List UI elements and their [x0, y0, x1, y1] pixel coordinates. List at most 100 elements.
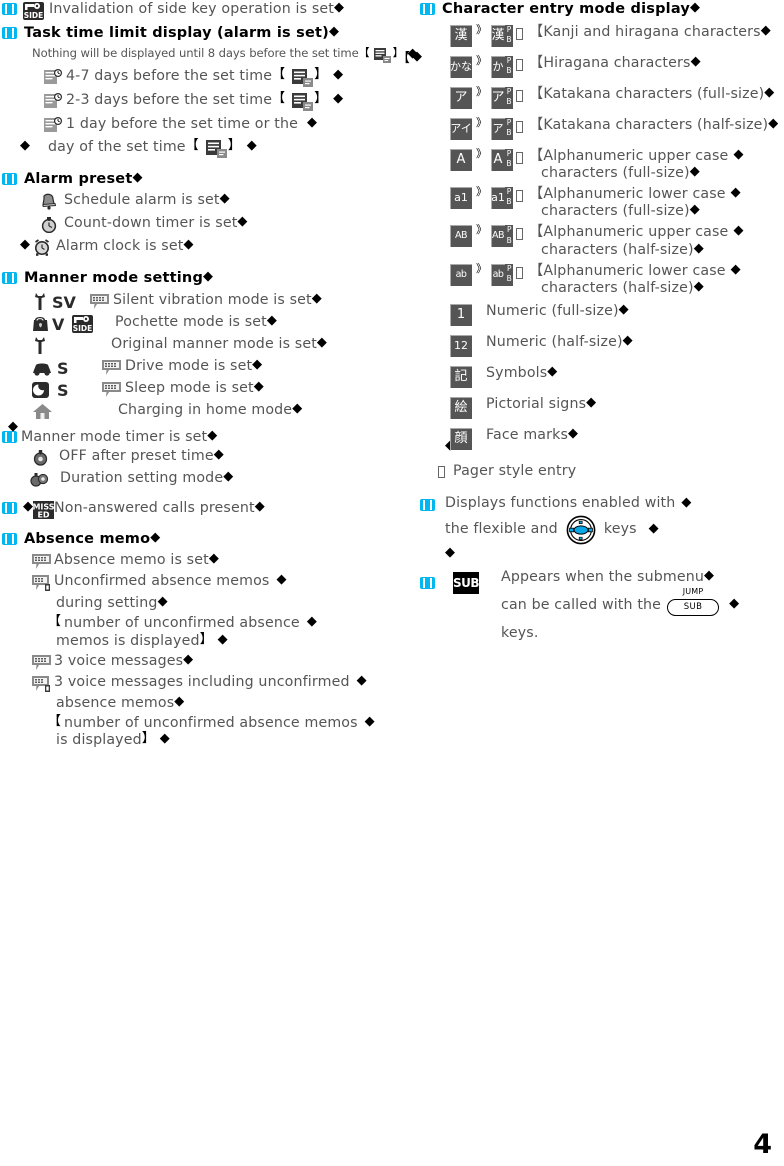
- heading-text: Task time limit display (alarm is set): [24, 25, 329, 41]
- replacement-marker: ◆: [568, 426, 579, 442]
- right-column: Character entry mode display ◆ 【 ◆ 漢 》 漢…: [397, 0, 784, 641]
- entry-text: 【Alphanumeric upper case: [529, 147, 729, 164]
- note-pager-style-entry: Pager style entry: [438, 464, 784, 478]
- entry-mode-katakana-half: アイ 》 アイ PB 【Katakana characters (half-si…: [450, 117, 784, 140]
- replacement-marker: ◆: [730, 184, 741, 200]
- left-column: SIDE Invalidation of side key operation …: [0, 0, 418, 747]
- replacement-marker: ◆: [208, 551, 219, 567]
- bullet-marker: [2, 172, 17, 186]
- replacement-marker: ◆: [237, 214, 248, 229]
- replacement-marker: ◆: [618, 302, 629, 318]
- navigation-key-icon[interactable]: [564, 515, 598, 545]
- entry-text: Charging in home mode: [118, 401, 293, 418]
- entry-text: during setting: [56, 595, 158, 612]
- entry-text: Non-answered calls present: [54, 499, 255, 516]
- entry-4-7-days: 4-7 days before the set time 【 】 ◆: [44, 66, 412, 87]
- replacement-marker: ◆: [729, 596, 740, 612]
- drive-car-icon: [32, 359, 57, 377]
- svg-text:SIDE: SIDE: [24, 11, 44, 20]
- replacement-marker: ◆: [213, 446, 224, 462]
- svg-text:SIDE: SIDE: [73, 324, 93, 333]
- entry-text: 3 voice messages: [54, 652, 184, 669]
- task-clock-icon: [44, 92, 64, 111]
- mode-tile-char: 漢: [491, 27, 505, 43]
- box-glyph: [516, 27, 523, 40]
- replacement-marker: ◆: [586, 395, 597, 411]
- entry-text: Sleep mode is set: [125, 379, 254, 396]
- replacement-marker: ◆: [183, 237, 194, 252]
- replacement-marker: ◆: [733, 146, 744, 162]
- entry-text: 【Kanji and hiragana characters: [529, 23, 761, 40]
- replacement-marker: ◆: [693, 240, 704, 256]
- box-glyph: [516, 266, 523, 279]
- entry-text: Numeric (full-size): [486, 303, 619, 320]
- mode-tile-alnum-lower-half: ab: [450, 263, 472, 286]
- entry-mode-alnum-upper-full: A 》 A PB 【Alphanumeric upper case ◆ char…: [450, 146, 784, 181]
- pb-badge: PB: [505, 225, 513, 248]
- mode-tile-face-marks: 顔: [450, 428, 472, 451]
- pb-badge: PB: [505, 263, 513, 286]
- mode-tile-hiragana-pb: かな PB: [491, 55, 513, 78]
- stray-marker-glyph: ◆: [412, 49, 422, 64]
- submenu-line-1: Appears when the submenu: [501, 568, 705, 585]
- stray-replacement-marker: ◆: [412, 46, 422, 65]
- replacement-marker: ◆: [276, 572, 287, 588]
- note-unconfirmed-count-1b: memos is displayed 】 ◆: [56, 631, 412, 649]
- heading-manner-mode-timer: ◆ Manner mode timer is set ◆: [2, 420, 412, 444]
- replacement-marker: ◆: [253, 378, 264, 394]
- entry-text: 1 day before the set time or the: [66, 115, 298, 132]
- task-doc-icon: [292, 92, 314, 111]
- bullet-marker: [420, 498, 435, 512]
- note-text: Pager style entry: [453, 463, 577, 480]
- replacement-marker: ◆: [311, 290, 322, 306]
- entry-text: 2-3 days before the set time: [66, 91, 273, 108]
- box-glyph: [516, 189, 523, 202]
- mode-tile-char: a1: [491, 190, 505, 204]
- entry-text: absence memos: [56, 694, 175, 711]
- mode-tile-numeric-full: 1: [450, 304, 472, 327]
- note-nothing-displayed: Nothing will be displayed until 8 days b…: [32, 45, 418, 63]
- replacement-marker: ◆: [254, 498, 265, 514]
- note-text: Nothing will be displayed until 8 days b…: [32, 45, 359, 60]
- sleep-moon-icon: [32, 381, 57, 399]
- replacement-marker: ◆: [157, 594, 168, 610]
- note-text: number of unconfirmed absence memos: [64, 715, 358, 732]
- mode-tile-char: ab: [492, 268, 504, 280]
- entry-text: OFF after preset time: [59, 447, 214, 464]
- entry-text: Count-down timer is set: [64, 215, 238, 231]
- entry-text: 【Katakana characters (full-size): [529, 85, 765, 102]
- replacement-marker: ◆: [333, 66, 344, 82]
- note-text: memos is displayed: [56, 632, 200, 649]
- bullet-marker: [2, 532, 17, 546]
- replacement-marker: ◆: [217, 631, 228, 647]
- mode-tile-char: アイ: [492, 121, 504, 135]
- replacement-marker: ◆: [203, 269, 214, 284]
- box-glyph: [516, 151, 523, 164]
- mode-tile-katakana-full: ア: [450, 86, 472, 109]
- entry-2-3-days: 2-3 days before the set time 【 】 ◆: [44, 90, 412, 111]
- extra-replacement-marker: ◆: [445, 544, 455, 560]
- pb-badge: PB: [505, 86, 513, 109]
- entry-text: Schedule alarm is set: [64, 192, 220, 208]
- replacement-marker: ◆: [183, 651, 194, 667]
- bracket-glyph: 》: [476, 146, 487, 160]
- entry-absence-memo-set: Absence memo is set ◆: [32, 551, 412, 570]
- mode-tile-alnum-upper-half: AB: [450, 225, 472, 248]
- box-glyph: [516, 89, 523, 102]
- note-text: number of unconfirmed absence: [64, 615, 300, 632]
- entry-text-line2: characters (full-size): [541, 164, 690, 181]
- memo-balloon-icon: [90, 293, 109, 310]
- task-doc-icon: [292, 68, 314, 87]
- heading-absence-memo: Absence memo ◆: [2, 531, 412, 547]
- entry-text-line2: characters (half-size): [541, 279, 694, 296]
- entry-text: Absence memo is set: [54, 552, 209, 569]
- duration-setting-icon: [30, 471, 50, 489]
- submenu-line-3: keys.: [501, 624, 539, 641]
- bracket-open: 【: [272, 90, 286, 106]
- timer-off-icon: [32, 449, 49, 466]
- mode-tile-alnum-lower-full: a1: [450, 186, 472, 209]
- sub-jump-key-icon[interactable]: JUMP SUB: [665, 587, 721, 620]
- entry-text: 【Hiragana characters: [529, 54, 691, 71]
- mode-tile-katakana-full-pb: ア PB: [491, 86, 513, 109]
- replacement-marker: ◆: [328, 24, 340, 39]
